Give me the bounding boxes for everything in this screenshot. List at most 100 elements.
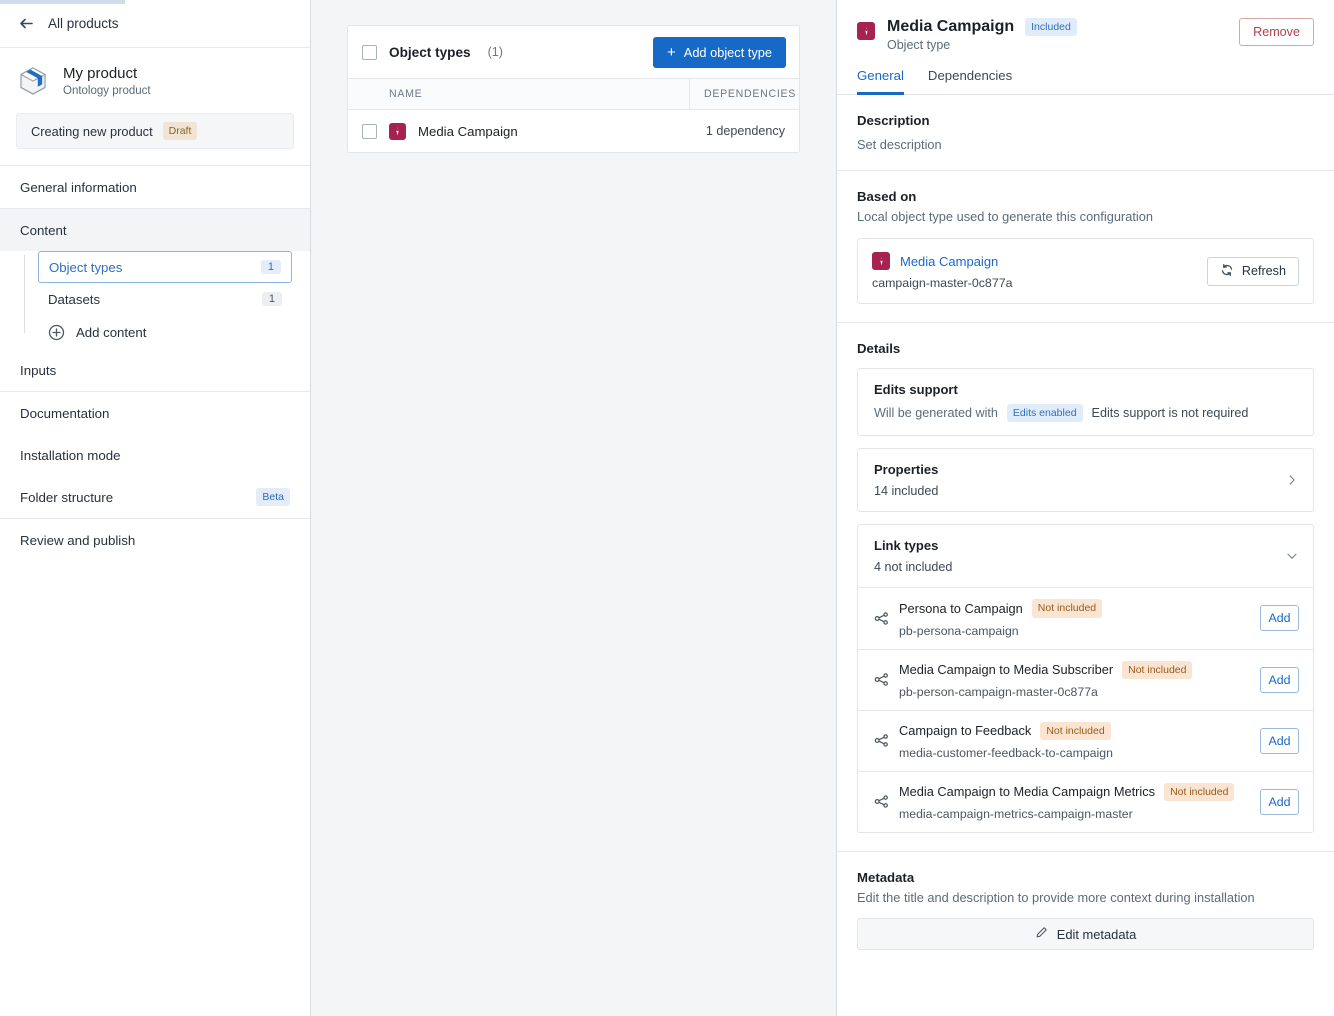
refresh-icon [1220,263,1234,280]
remove-button[interactable]: Remove [1239,18,1314,46]
link-type-rid: pb-person-campaign-master-0c877a [899,684,1098,699]
add-object-type-label: Add object type [683,44,772,60]
link-type-title-row: Persona to Campaign Not included [899,599,1250,618]
link-type-info: Media Campaign to Media Campaign Metrics… [899,782,1250,822]
link-type-row: Media Campaign to Media Subscriber Not i… [858,648,1313,710]
back-label: All products [48,16,119,31]
link-type-icon [874,611,889,626]
link-type-info: Campaign to Feedback Not included media-… [899,721,1250,760]
sidebar-item-label: Review and publish [20,532,136,548]
sidebar-item-content[interactable]: Content [0,209,310,251]
refresh-button[interactable]: Refresh [1206,256,1299,286]
sidebar-item-datasets[interactable]: Datasets 1 [38,283,292,315]
sidebar-item-documentation[interactable]: Documentation [0,392,310,434]
app-root: All products My product Ontology product… [0,0,1334,1016]
metadata-section: Metadata Edit the title and description … [837,852,1334,968]
link-types-card: Link types 4 not included Persona to Cam… [857,524,1314,834]
package-box-icon [16,64,50,98]
refresh-label: Refresh [1241,264,1286,279]
add-object-type-button[interactable]: + Add object type [653,36,786,68]
link-type-rid: media-campaign-metrics-campaign-master [899,807,1133,822]
properties-content: Properties 14 included [858,449,1285,511]
edits-support-suffix: Edits support is not required [1091,406,1249,421]
tab-dependencies[interactable]: Dependencies [928,68,1012,95]
link-type-title-row: Media Campaign to Media Subscriber Not i… [899,660,1250,679]
description-heading: Description [857,113,930,129]
based-on-subtitle: Local object type used to generate this … [857,209,1153,225]
link-type-name: Media Campaign to Media Campaign Metrics [899,784,1156,800]
edit-metadata-button[interactable]: Edit metadata [857,918,1314,951]
not-included-badge: Not included [1031,599,1103,618]
edits-support-title: Edits support [874,382,958,398]
content-subnav: Object types 1 Datasets 1 Add content [0,251,310,349]
back-to-all-products[interactable]: All products [0,0,310,48]
link-type-info: Persona to Campaign Not included pb-pers… [899,599,1250,638]
pencil-icon [1035,926,1048,942]
row-checkbox[interactable] [362,123,377,139]
metadata-subtitle: Edit the title and description to provid… [857,890,1255,906]
link-type-icon [874,794,889,809]
sidebar-nav: General information Content Object types… [0,166,310,561]
object-type-icon [872,252,890,271]
product-row: My product Ontology product [16,64,294,98]
datasets-count: 1 [261,292,282,306]
description-section: Description Set description [837,95,1334,172]
chevron-down-icon [1285,549,1313,563]
link-type-name: Campaign to Feedback [899,723,1032,739]
sidebar-item-general-information[interactable]: General information [0,166,310,208]
add-link-type-button[interactable]: Add [1260,666,1299,693]
sidebar-item-label: Content [20,222,67,238]
link-type-name: Persona to Campaign [899,600,1023,616]
status-text: Creating new product [31,123,153,139]
link-types-header[interactable]: Link types 4 not included [858,525,1313,587]
sidebar-item-inputs[interactable]: Inputs [0,349,310,391]
object-type-icon [389,122,406,140]
product-name: My product [63,65,138,83]
add-content-button[interactable]: Add content [38,315,310,349]
sidebar-item-folder-structure[interactable]: Folder structure Beta [0,476,310,518]
properties-title: Properties [874,462,939,478]
add-link-type-button[interactable]: Add [1260,788,1299,815]
center-panel: Object types (1) + Add object type NAME … [311,0,837,1016]
arrow-left-icon [18,15,35,32]
select-all-checkbox[interactable] [362,44,377,60]
table-row[interactable]: Media Campaign 1 dependency [348,110,799,152]
add-link-type-button[interactable]: Add [1260,727,1299,754]
status-badge: Included [1025,18,1077,37]
edits-enabled-badge: Edits enabled [1006,404,1083,423]
based-on-section: Based on Local object type used to gener… [837,171,1334,324]
status-badge: Draft [162,121,198,141]
link-types-title: Link types [874,538,939,554]
object-types-count: (1) [487,45,503,59]
object-type-icon [857,22,875,40]
properties-card[interactable]: Properties 14 included [857,448,1314,513]
not-included-badge: Not included [1164,782,1235,802]
product-subtitle: Ontology product [63,84,151,97]
plus-icon: + [667,43,676,61]
based-on-link[interactable]: Media Campaign [900,254,998,269]
sidebar-item-label: Folder structure [20,489,114,505]
object-types-card: Object types (1) + Add object type NAME … [347,25,800,153]
metadata-heading: Metadata [857,870,915,886]
sidebar-item-object-types[interactable]: Object types 1 [38,251,292,283]
edits-support-content: Edits support Will be generated with Edi… [858,369,1313,435]
add-link-type-button[interactable]: Add [1260,605,1299,632]
beta-badge: Beta [256,487,290,507]
chevron-right-icon [1285,473,1313,487]
set-description-link[interactable]: Set description [857,137,1314,152]
link-type-rid: media-customer-feedback-to-campaign [899,745,1113,760]
column-header-name: NAME [389,88,423,100]
object-types-count: 1 [260,260,281,274]
sidebar-item-installation-mode[interactable]: Installation mode [0,434,310,476]
sidebar-item-review-and-publish[interactable]: Review and publish [0,519,310,561]
link-types-subtitle: 4 not included [874,560,953,575]
link-type-row: Campaign to Feedback Not included media-… [858,709,1313,771]
not-included-badge: Not included [1122,660,1193,679]
link-type-icon [874,672,889,687]
properties-subtitle: 14 included [874,484,939,499]
object-types-table-header: NAME DEPENDENCIES [348,78,799,110]
column-header-dependencies: DEPENDENCIES [689,78,799,110]
not-included-badge: Not included [1040,721,1111,740]
page-title: Media Campaign [887,18,1015,36]
tab-general[interactable]: General [857,68,904,96]
